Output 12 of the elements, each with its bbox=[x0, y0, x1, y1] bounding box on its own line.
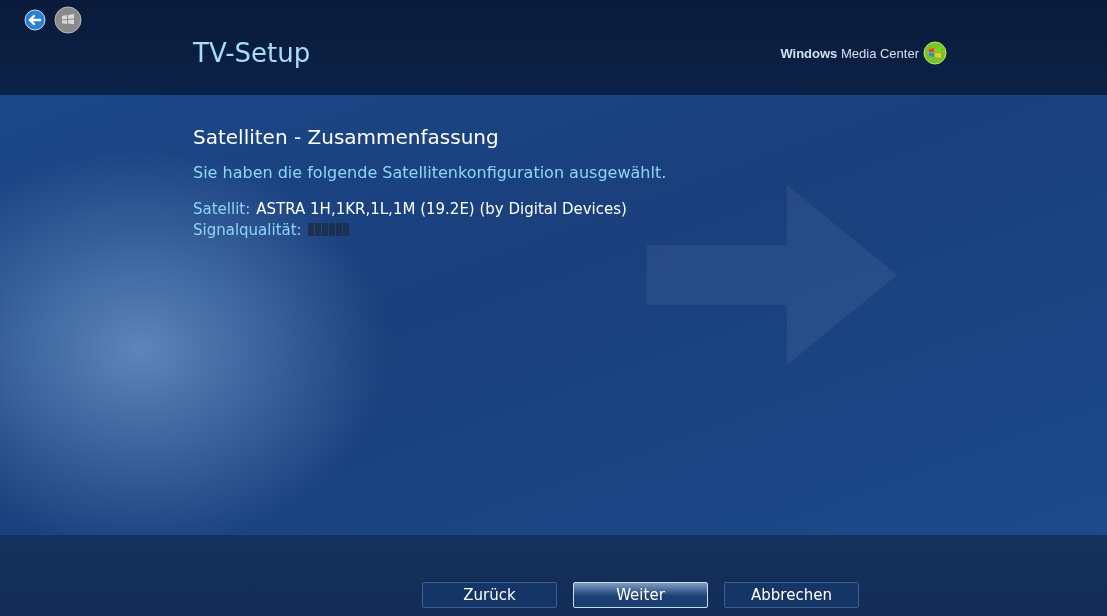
intro-text: Sie haben die folgende Satellitenkonfiguration ausgewählt. bbox=[193, 163, 668, 182]
brand-logo-text: Windows Media Center bbox=[780, 45, 919, 61]
windows-logo-icon[interactable] bbox=[54, 6, 82, 34]
field-value: ASTRA 1H,1KR,1L,1M (19.2E) (by Digital Devices) bbox=[256, 199, 627, 218]
wizard-button[interactable]: Abbrechen bbox=[724, 582, 859, 608]
section-heading: Satelliten - Zusammenfassung bbox=[193, 125, 500, 149]
windows-logo-icon bbox=[923, 41, 947, 65]
field-label: Satellit: bbox=[193, 199, 251, 218]
page-title: TV-Setup bbox=[193, 38, 311, 68]
field-label: Signalqualität: bbox=[193, 220, 302, 239]
wizard-button[interactable]: Weiter bbox=[573, 582, 708, 608]
wizard-button[interactable]: Zurück bbox=[422, 582, 557, 608]
